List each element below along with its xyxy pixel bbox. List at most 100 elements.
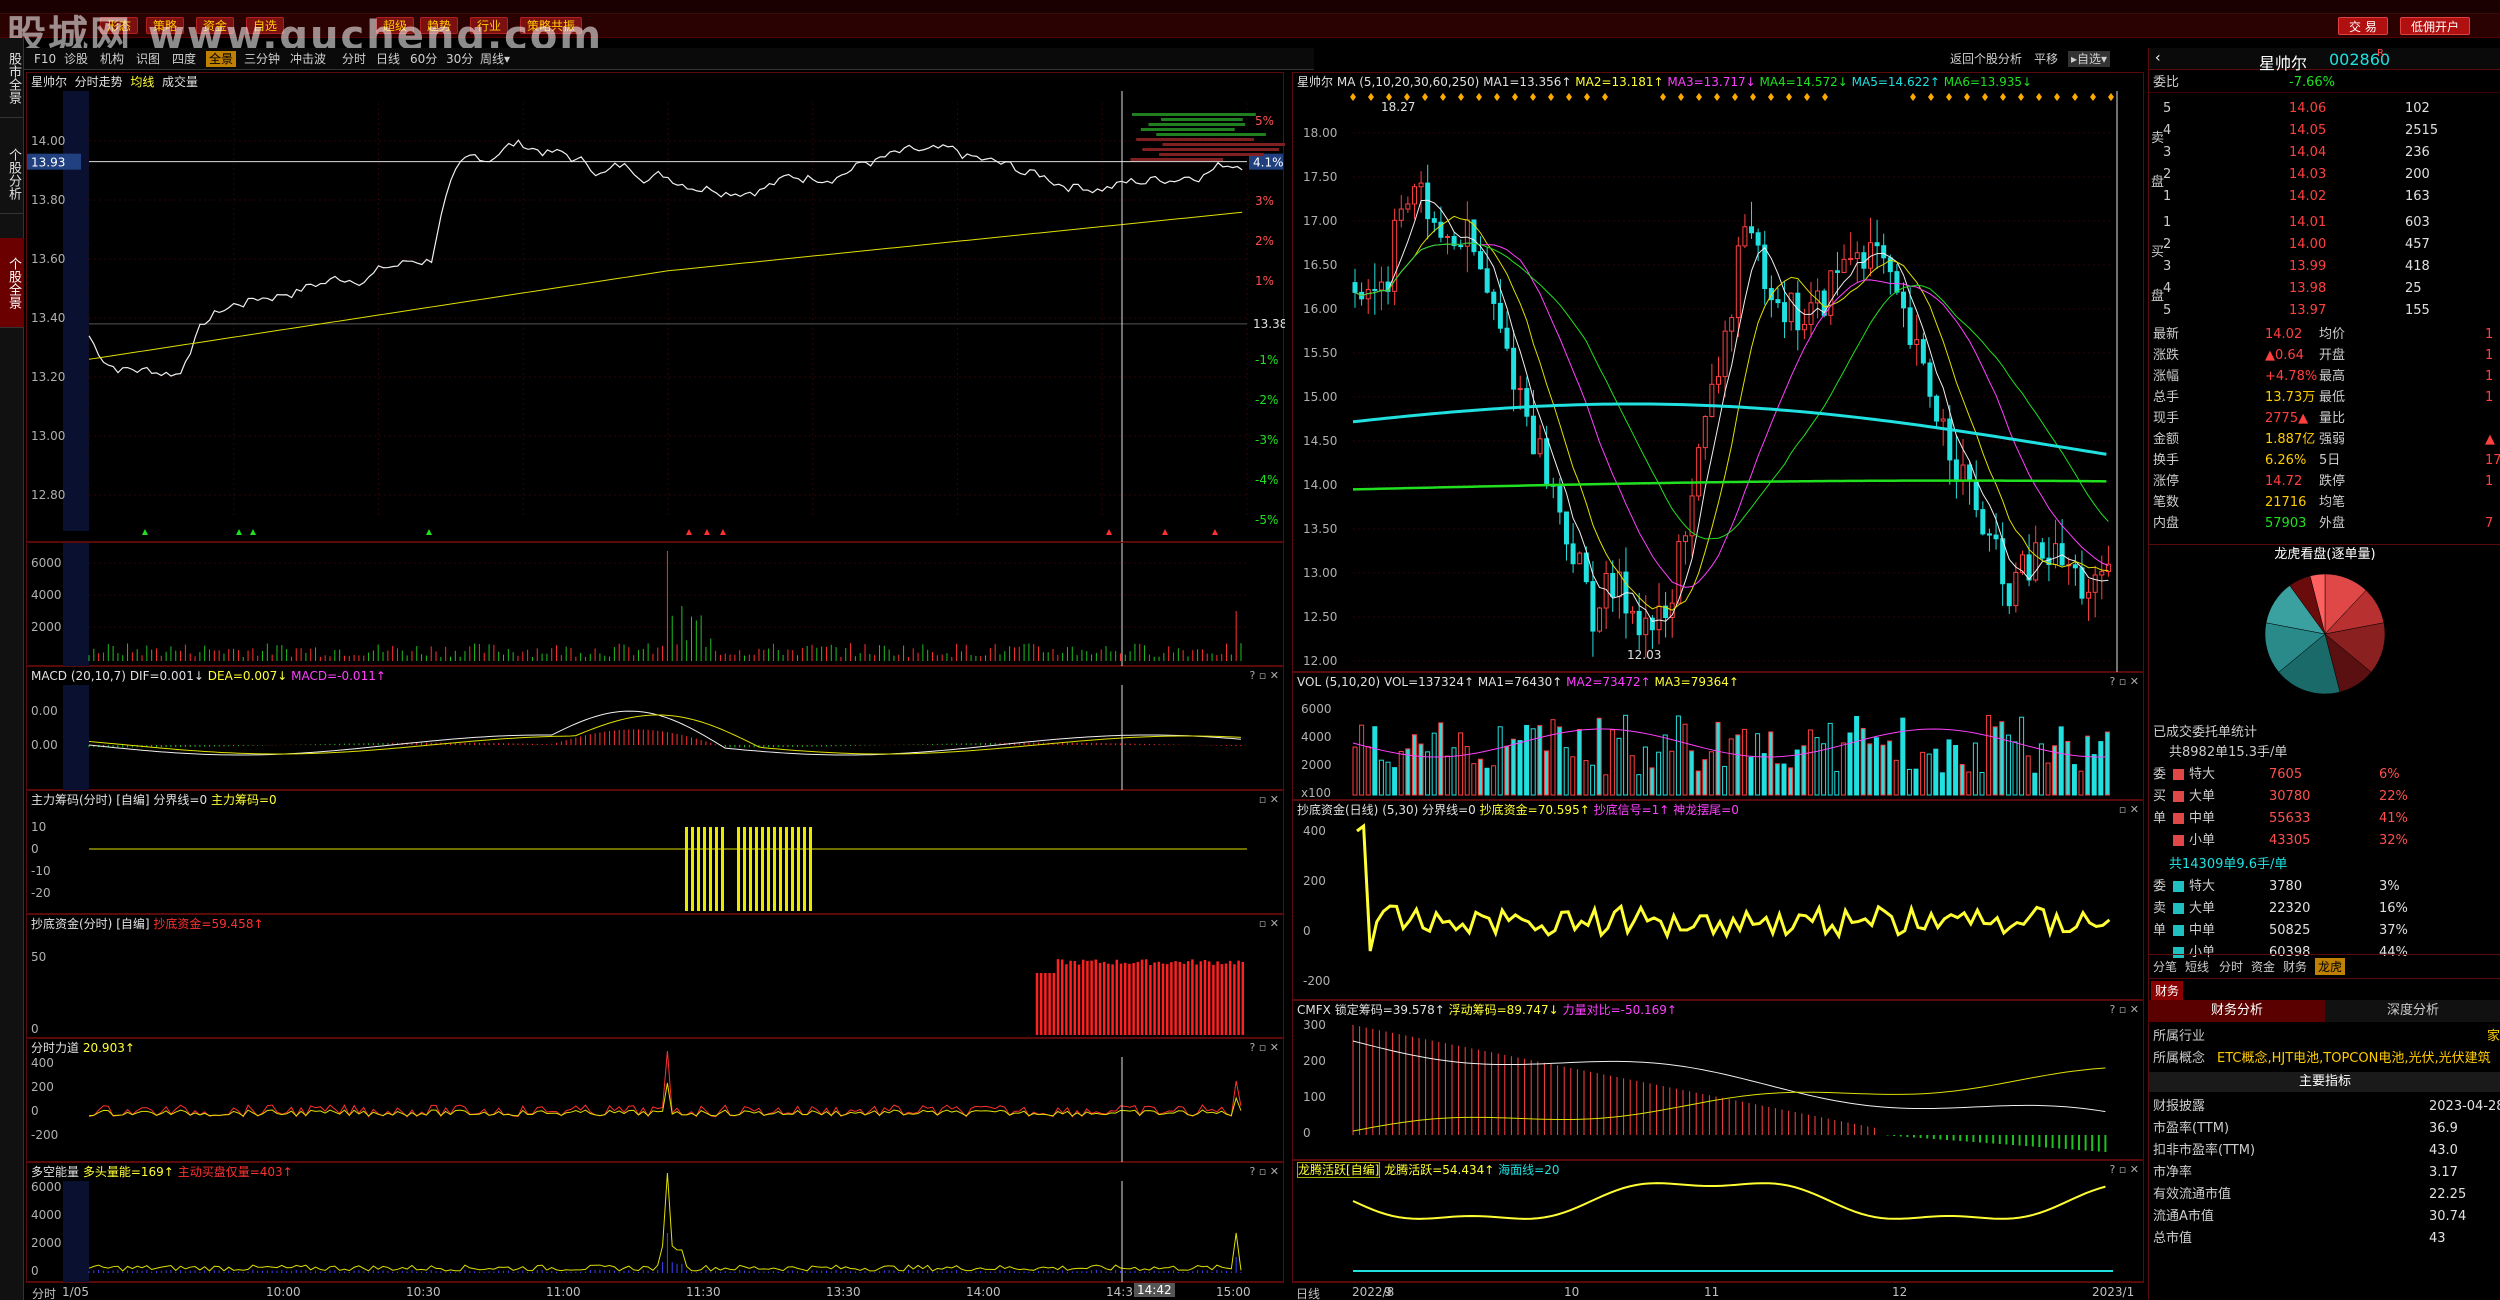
stat-label: 涨停: [2153, 474, 2180, 489]
tab-ticks[interactable]: 分笔: [2153, 958, 2177, 975]
pre-market-hatch: [63, 543, 89, 667]
depth-bar: [1130, 158, 1224, 161]
trade-button[interactable]: 交 易: [2338, 17, 2388, 35]
kline-price-tick: 16.50: [1303, 258, 1337, 272]
custom-dropdown[interactable]: ▸自选▾: [2068, 51, 2111, 67]
sell-order-row: 委 特大 3780 3%: [2149, 876, 2500, 897]
finance-tab-row: 财务: [2149, 978, 2500, 1000]
kvol-bar: [1431, 732, 1437, 796]
back-icon[interactable]: ‹: [2155, 50, 2161, 66]
tool-shockwave[interactable]: 冲击波: [290, 51, 326, 67]
candle-body: [1775, 299, 1781, 304]
energy-chart: 6000 4000 2000 0: [31, 1172, 1242, 1283]
finance-analysis-tab[interactable]: 财务分析: [2149, 1000, 2325, 1022]
kvol-bar: [1900, 717, 1906, 796]
tool-intraday[interactable]: 分时: [342, 51, 366, 67]
candle-body: [2072, 564, 2078, 569]
concept-value[interactable]: ETC概念,HJT电池,TOPCON电池,光伏,光伏建筑: [2217, 1048, 2491, 1069]
side-vertical-tabs: 股市全景 个股分析 个股全景: [0, 38, 24, 1300]
tool-60min[interactable]: 60分: [410, 51, 437, 67]
tool-overview[interactable]: 全景: [206, 51, 237, 67]
candle-body: [1709, 383, 1715, 418]
stat-value: 6.26%: [2265, 453, 2307, 468]
signal-diamond: [1714, 93, 1720, 101]
candle-body: [1848, 258, 1854, 261]
kvol-bar: [1794, 749, 1800, 796]
kvol-bar: [1425, 751, 1431, 796]
finance-tab[interactable]: 财务: [2151, 981, 2184, 1000]
kvol-bar: [1939, 772, 1945, 796]
kvol-bar: [1774, 763, 1780, 796]
kvol-bar: [1873, 737, 1879, 796]
force-avg-line: [88, 1082, 1242, 1117]
tool-four-degree[interactable]: 四度: [172, 51, 196, 67]
metric-value: 43: [2429, 1231, 2446, 1246]
tab-fund[interactable]: 资金: [2251, 958, 2275, 975]
tool-diagnose[interactable]: 诊股: [64, 51, 88, 67]
candle-body: [1934, 395, 1940, 422]
signal-diamond: [1422, 93, 1428, 101]
tab-finance[interactable]: 财务: [2283, 958, 2307, 975]
chips-bar: [785, 827, 788, 911]
kbottom-tick: 200: [1303, 874, 1326, 888]
trading-app: 形态 策略 资金 自选 超级 趋势 行业 策略共振 交 易 低佣开户 股城网 w…: [0, 0, 2500, 1300]
candle-body: [1378, 281, 1384, 291]
tool-30min[interactable]: 30分: [446, 51, 473, 67]
metric-label: 有效流通市值: [2153, 1187, 2232, 1202]
kvol-bar: [1491, 765, 1497, 796]
kline-price-tick: 17.00: [1303, 214, 1337, 228]
candle-body: [1557, 485, 1563, 513]
chips-bar: [697, 827, 700, 911]
pct-tick: 2%: [1255, 234, 1274, 248]
metric-row: 财报披露 2023-04-28: [2149, 1096, 2500, 1117]
sell-order-row: 卖 大单 22320 16%: [2149, 898, 2500, 919]
stat-label: 外盘: [2319, 516, 2346, 531]
time-tick: 15:00: [1216, 1285, 1251, 1299]
tool-weekly[interactable]: 周线▾: [480, 51, 510, 67]
back-to-analysis[interactable]: 返回个股分析: [1950, 51, 2022, 67]
candle-body: [1610, 572, 1616, 598]
tab-intraday[interactable]: 分时: [2219, 958, 2243, 975]
stat-value: 1: [2485, 327, 2494, 342]
metric-row: 总市值 43: [2149, 1228, 2500, 1249]
vol-tick: 2000: [31, 620, 62, 634]
tool-chart-recognition[interactable]: 识图: [136, 51, 160, 67]
tool-f10[interactable]: F10: [34, 51, 56, 67]
intraday-footer[interactable]: 分时: [32, 1285, 56, 1300]
candle-body: [1352, 282, 1358, 293]
kvol-bar: [1504, 745, 1510, 796]
deep-analysis-tab[interactable]: 深度分析: [2325, 1000, 2500, 1022]
flat-button[interactable]: 平移: [2034, 51, 2058, 67]
kvol-bar: [1510, 738, 1516, 796]
industry-value[interactable]: 家: [2487, 1026, 2500, 1047]
candle-body: [1986, 533, 1992, 536]
open-account-button[interactable]: 低佣开户: [2400, 17, 2471, 35]
order-type: 小单: [2189, 833, 2216, 848]
cmfx-tick: 100: [1303, 1090, 1326, 1104]
signal-marker: [1212, 529, 1218, 535]
kvol-bar: [1464, 746, 1470, 796]
tab-shortline[interactable]: 短线: [2185, 958, 2209, 975]
order-type: 大单: [2189, 901, 2216, 916]
tab-dragon[interactable]: 龙虎: [2315, 958, 2346, 975]
order-count: 55633: [2269, 811, 2311, 826]
candle-body: [1590, 581, 1596, 632]
kline-footer[interactable]: 日线: [1296, 1285, 1320, 1300]
tool-institution[interactable]: 机构: [100, 51, 124, 67]
kvol-tick: 2000: [1301, 758, 1332, 772]
stat-value: 7: [2485, 516, 2494, 531]
vtab-stock-analysis[interactable]: 个股分析: [0, 134, 24, 214]
legend-swatch: [2173, 903, 2184, 914]
level: 5: [2163, 101, 2172, 116]
tool-daily[interactable]: 日线: [376, 51, 400, 67]
high-label: 18.27: [1381, 100, 1415, 114]
legend-swatch: [2173, 813, 2184, 824]
vtab-market-overview[interactable]: 股市全景: [0, 38, 24, 118]
vtab-stock-overview[interactable]: 个股全景: [0, 238, 24, 328]
stat-value: 2775▲: [2265, 411, 2309, 426]
key-metrics-title: 主要指标: [2149, 1072, 2500, 1092]
tool-three-min[interactable]: 三分钟: [244, 51, 280, 67]
candle-body: [1735, 245, 1741, 319]
candle-body: [1570, 543, 1576, 565]
candle-body: [1722, 330, 1728, 378]
